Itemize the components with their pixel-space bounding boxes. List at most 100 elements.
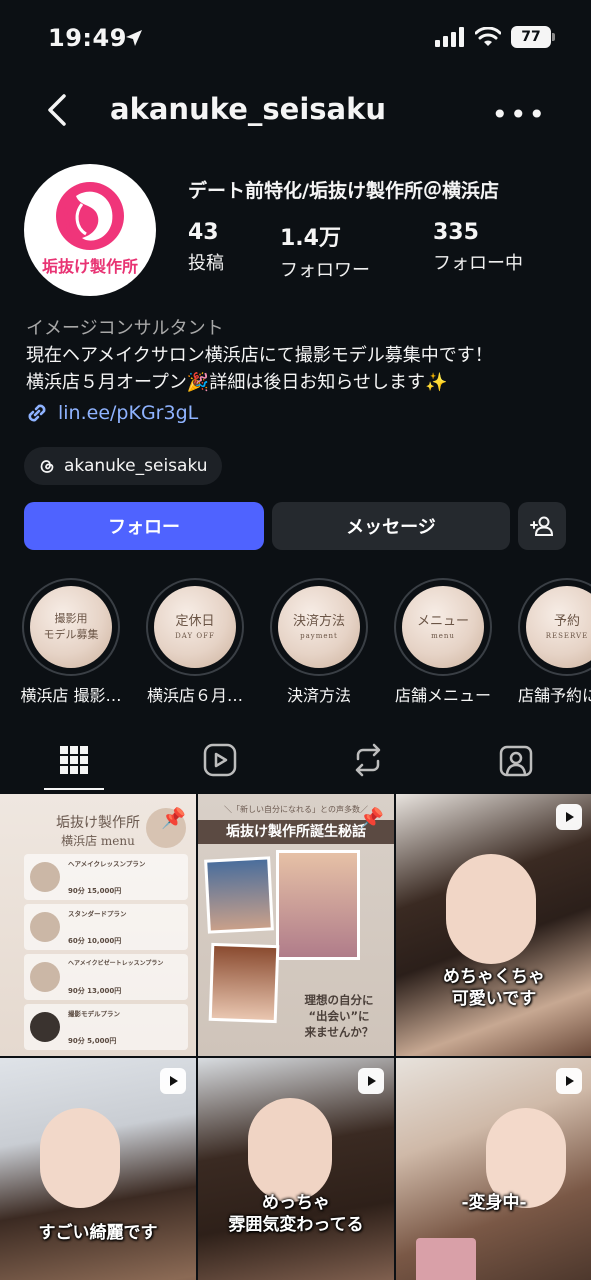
logo-icon: 垢抜け製作所 [42,182,138,276]
face-shape [446,854,536,964]
highlight-cover-text: 予約 [553,614,580,629]
tagged-person-icon [499,745,533,777]
stat-followers[interactable]: 1.4万 フォロワー [280,220,370,282]
menu-item-photo [30,962,60,992]
menu-item: ヘアメイクレッスンプラン 90分 15,000円 [24,854,188,900]
battery-indicator: 77 [511,26,555,48]
suggest-user-button[interactable] [518,502,566,550]
pin-icon: 📌 [359,806,384,830]
highlight-ring: 予約 RESERVE [518,578,591,676]
highlight-cover: 予約 RESERVE [526,586,591,668]
grid-post[interactable]: めちゃくちゃ 可愛いです [396,794,591,1056]
menu-item-name: ヘアメイクレッスンプラン [68,860,146,868]
tab-reposts[interactable] [348,740,388,780]
menu-item-photo [30,1012,60,1042]
tab-reels[interactable] [200,740,240,780]
header-username: akanuke_seisaku [110,92,387,126]
reel-caption: すごい綺麗です [38,1223,158,1243]
message-button[interactable]: メッセージ [272,502,510,550]
stat-value: 43 [188,220,219,245]
photo-frame [276,850,360,960]
tab-grid[interactable] [54,740,94,780]
add-person-icon [530,516,554,536]
highlight-ring: 撮影用 モデル募集 [22,578,120,676]
back-arrow-icon[interactable] [44,92,74,128]
highlight-label: 横浜店６月… [146,686,243,705]
menu-list: ヘアメイクレッスンプラン 90分 15,000円 スタンダードプラン 60分 1… [24,854,188,1050]
stat-value: 1.4万 [280,226,341,251]
active-tab-indicator [44,788,104,790]
grid-post[interactable]: すごい綺麗です [0,1058,196,1280]
palette-shape [416,1238,476,1280]
highlight-item[interactable]: 撮影用 モデル募集 横浜店 撮影… [20,578,122,706]
grid-icon [60,746,88,774]
display-name: デート前特化/垢抜け製作所＠横浜店 [188,180,499,202]
reel-icon [358,1068,384,1094]
signal-icon [435,27,464,47]
grid-post[interactable]: 垢抜け製作所 横浜店 menu ヘアメイクレッスンプラン 90分 15,000円… [0,794,196,1056]
reel-caption: めちゃくちゃ 可愛いです [443,967,545,1009]
location-arrow-icon [126,30,142,46]
menu-item-photo [30,912,60,942]
follow-button[interactable]: フォロー [24,502,264,550]
highlight-item[interactable]: 定休日 DAY OFF 横浜店６月… [146,578,244,706]
photo-frame [208,942,280,1024]
profile-category: イメージコンサルタント [26,318,224,339]
avatar[interactable]: 垢抜け製作所 [24,164,156,296]
stat-label: フォロワー [280,260,370,281]
menu-item: ヘアメイクビゼートレッスンプラン 90分 13,000円 [24,954,188,1000]
menu-item-price: 90分 15,000円 [68,887,122,895]
tab-tagged[interactable] [496,740,536,780]
highlight-ring: メニュー menu [394,578,492,676]
repost-icon [355,743,381,777]
highlight-cover-sub: RESERVE [545,632,589,640]
stat-label: フォロー中 [433,253,523,274]
highlight-cover-sub: DAY OFF [175,632,215,640]
reel-icon [160,1068,186,1094]
reel-icon [556,804,582,830]
highlight-label: 店舗メニュー [394,686,491,705]
stat-following[interactable]: 335 フォロー中 [433,220,523,275]
post-line: “出会い”に [308,1009,370,1023]
bio-link[interactable]: lin.ee/pKGr3gL [24,400,198,426]
face-shape [40,1108,120,1208]
reel-caption: めっちゃ 雰囲気変わってる [228,1193,364,1235]
menu-item-price: 60分 10,000円 [68,937,122,945]
highlight-ring: 定休日 DAY OFF [146,578,244,676]
threads-username: akanuke_seisaku [64,456,208,476]
menu-item-name: スタンダードプラン [68,910,127,918]
threads-badge[interactable]: akanuke_seisaku [24,447,222,485]
highlight-label: 決済方法 [286,686,351,705]
stat-value: 335 [433,220,479,245]
menu-item-name: 撮影モデルプラン [68,1010,120,1018]
stat-posts[interactable]: 43 投稿 [188,220,224,275]
highlight-cover: 撮影用 モデル募集 [30,586,112,668]
highlight-item[interactable]: 決済方法 payment 決済方法 [270,578,368,706]
post-lines: 理想の自分に “出会い”に 来ませんか？ [288,992,390,1040]
bio-line: 横浜店５月オープン🎉詳細は後日お知らせします✨ [26,372,448,393]
grid-post[interactable]: -変身中- [396,1058,591,1280]
link-icon [28,404,46,422]
reels-icon [203,743,237,777]
highlight-cover-text: 定休日 [175,614,215,629]
photo-frame [204,856,274,934]
menu-item-name: ヘアメイクビゼートレッスンプラン [68,960,164,967]
grid-post[interactable]: ＼「新しい自分になれる」との声多数／ 垢抜け製作所誕生秘話 理想の自分に “出会… [198,794,394,1056]
menu-item: スタンダードプラン 60分 10,000円 [24,904,188,950]
highlight-item[interactable]: メニュー menu 店舗メニュー [394,578,492,706]
post-line: 理想の自分に [304,993,374,1007]
highlight-label: 横浜店 撮影… [20,686,122,705]
highlight-item-clipped[interactable]: 予約 RESERVE 店舗予約に [516,578,591,718]
reel-caption: -変身中- [461,1193,527,1213]
grid-post[interactable]: めっちゃ 雰囲気変わってる [198,1058,394,1280]
highlight-cover-text: 撮影用 モデル募集 [43,612,99,641]
wifi-icon [475,27,501,46]
bio: 現在ヘアメイクサロン横浜店にて撮影モデル募集中です！ 横浜店５月オープン🎉詳細は… [26,342,571,396]
menu-item-photo [30,862,60,892]
more-options-icon[interactable]: ••• [491,98,547,131]
reel-icon [556,1068,582,1094]
highlight-cover: 定休日 DAY OFF [154,586,236,668]
highlight-cover-sub: menu [431,632,455,640]
logo-text: 垢抜け製作所 [42,257,138,276]
threads-icon [40,460,54,473]
